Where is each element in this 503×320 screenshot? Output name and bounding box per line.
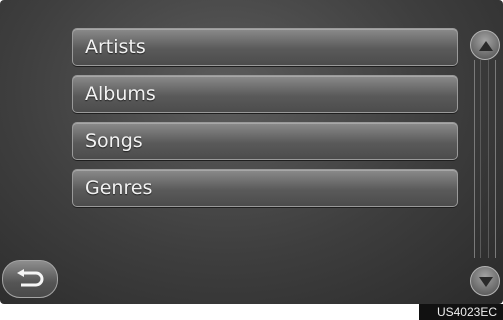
back-arrow-icon bbox=[17, 269, 44, 287]
list-item-artists[interactable]: Artists bbox=[72, 28, 458, 66]
display-screen: Artists Albums Songs Genres bbox=[0, 0, 503, 304]
triangle-up-icon bbox=[479, 41, 493, 51]
figure-code: US4023EC bbox=[419, 304, 503, 320]
back-button[interactable] bbox=[2, 260, 58, 298]
scroll-down-button[interactable] bbox=[470, 266, 500, 296]
scrollbar-track[interactable] bbox=[474, 60, 496, 258]
list-item-label: Genres bbox=[85, 177, 153, 199]
list-item-label: Artists bbox=[85, 36, 146, 58]
list-item-label: Songs bbox=[85, 130, 143, 152]
list-item-genres[interactable]: Genres bbox=[72, 169, 458, 207]
scroll-up-button[interactable] bbox=[470, 30, 500, 60]
list-item-albums[interactable]: Albums bbox=[72, 75, 458, 113]
triangle-down-icon bbox=[479, 277, 493, 287]
list-item-songs[interactable]: Songs bbox=[72, 122, 458, 160]
list-item-label: Albums bbox=[85, 83, 156, 105]
